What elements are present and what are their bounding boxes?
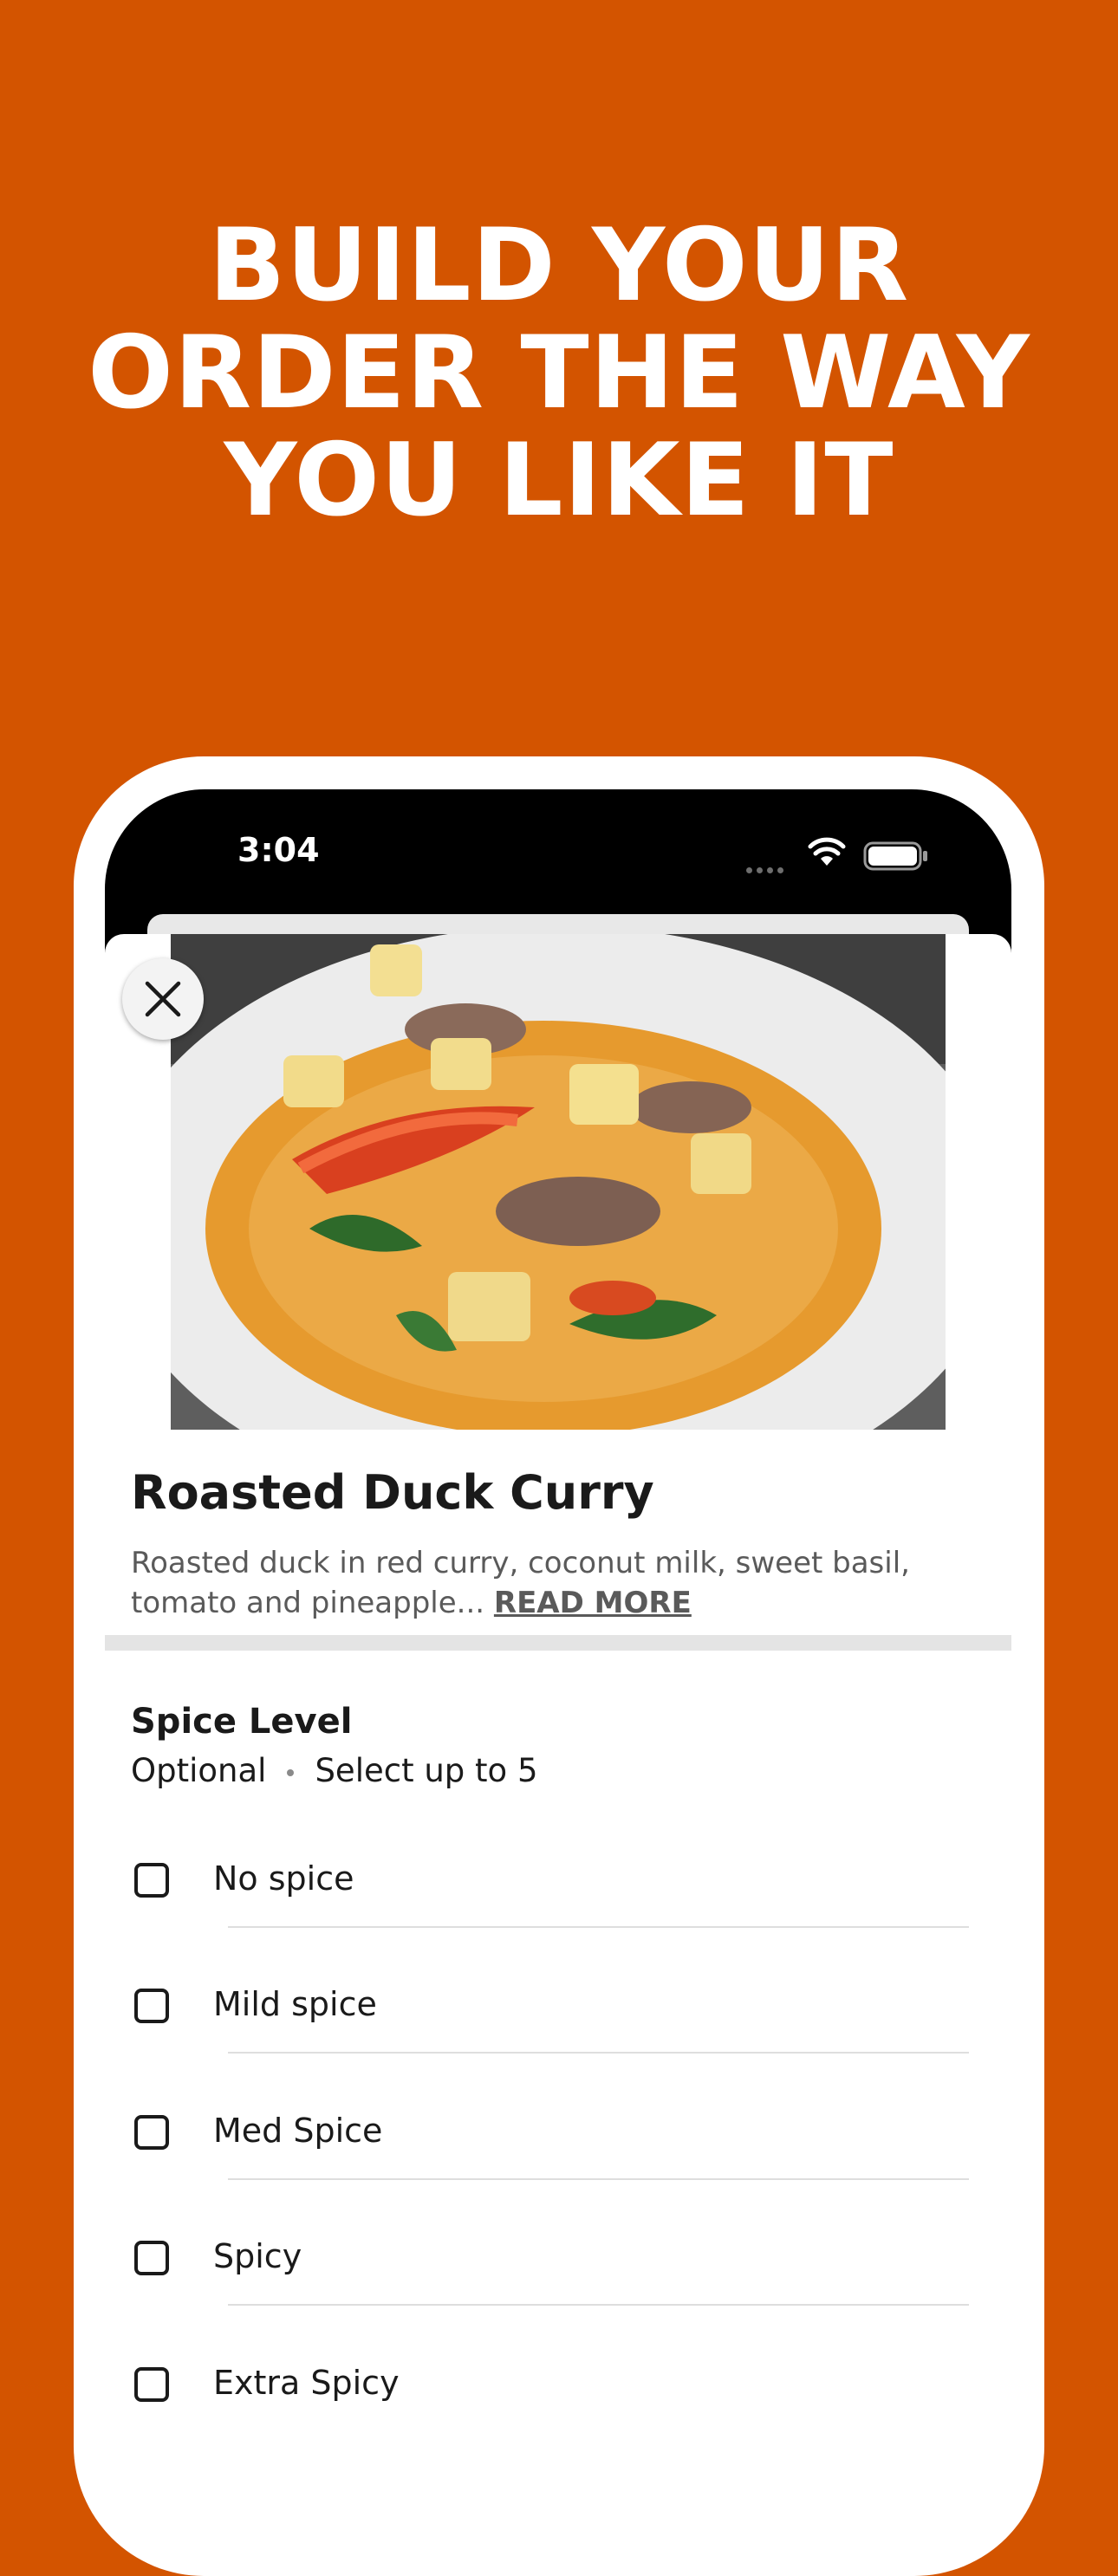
spice-option-no-spice[interactable]: No spice [105,1844,1011,1969]
spice-section-requirements: Optional Select up to 5 [131,1752,538,1789]
option-divider [228,2178,969,2180]
spice-section-title: Spice Level [131,1702,353,1742]
spice-option-mild[interactable]: Mild spice [105,1969,1011,2095]
curry-bowl-illustration [171,934,946,1430]
section-divider [105,1635,1011,1651]
wifi-icon [808,837,846,866]
option-label: Spicy [213,2237,302,2275]
headline-line-3: YOU LIKE IT [224,422,894,539]
checkbox[interactable] [134,2241,169,2275]
item-title: Roasted Duck Curry [131,1465,654,1520]
option-label: Med Spice [213,2112,383,2150]
cellular-dots-icon [746,860,788,877]
item-description: Roasted duck in red curry, coconut milk,… [131,1543,963,1623]
checkbox[interactable] [134,1989,169,2023]
headline-line-2: ORDER THE WAY [88,315,1030,431]
close-button[interactable] [122,958,204,1040]
checkbox[interactable] [134,2115,169,2150]
battery-icon [863,841,927,871]
option-divider [228,1926,969,1928]
option-label: Extra Spicy [213,2364,400,2402]
promo-headline: BUILD YOUR ORDER THE WAY YOU LIKE IT [0,212,1118,535]
separator-dot [287,1768,295,1776]
close-icon [145,981,181,1017]
read-more-link[interactable]: READ MORE [494,1586,692,1620]
option-label: Mild spice [213,1985,377,2023]
spice-option-med[interactable]: Med Spice [105,2096,1011,2222]
optional-label: Optional [131,1752,267,1789]
option-divider [228,2304,969,2306]
option-divider [228,2052,969,2054]
status-time: 3:04 [237,831,320,869]
spice-option-extra-spicy[interactable]: Extra Spicy [105,2348,1011,2474]
phone-screen: 3:04 Roasted Duck Curry Roasted duck in … [105,789,1011,2522]
headline-line-1: BUILD YOUR [208,207,910,324]
checkbox[interactable] [134,1863,169,1898]
option-label: No spice [213,1859,354,1898]
food-image [171,934,946,1430]
select-limit-label: Select up to 5 [315,1752,538,1789]
spice-option-spicy[interactable]: Spicy [105,2222,1011,2347]
checkbox[interactable] [134,2367,169,2402]
